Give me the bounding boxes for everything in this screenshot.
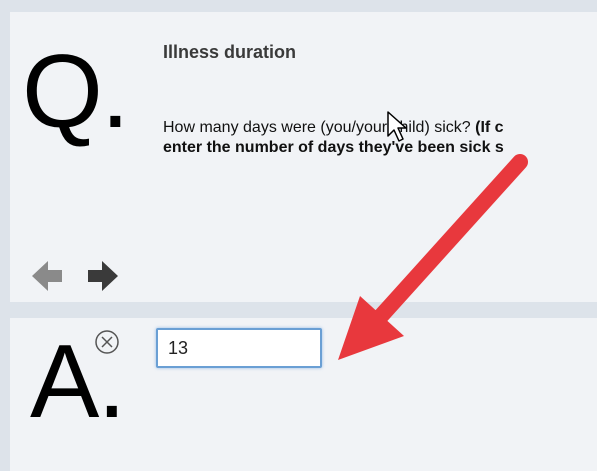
- arrow-right-icon: [88, 261, 118, 291]
- question-line-2: enter the number of days they've been si…: [163, 138, 597, 158]
- question-title: Illness duration: [163, 42, 297, 62]
- panel-divider: [10, 302, 597, 318]
- days-sick-input[interactable]: [156, 328, 322, 368]
- question-line-2-bold: enter the number of days they've been si…: [163, 139, 504, 156]
- frame-top-border: [0, 0, 597, 12]
- frame-left-border: [0, 0, 10, 471]
- circle-x-icon: [95, 330, 119, 354]
- question-line-1: How many days were (you/your child) sick…: [163, 118, 597, 138]
- question-text: How many days were (you/your child) sick…: [163, 118, 597, 158]
- question-marker: Q.: [22, 34, 130, 150]
- question-line-1-bold: (If c: [475, 119, 504, 136]
- clear-answer-button[interactable]: [94, 329, 120, 355]
- back-button[interactable]: [30, 258, 64, 294]
- arrow-left-icon: [32, 261, 62, 291]
- question-line-1-normal: How many days were (you/your child) sick…: [163, 119, 476, 136]
- forward-button[interactable]: [86, 258, 120, 294]
- mouse-pointer-icon: [387, 111, 407, 142]
